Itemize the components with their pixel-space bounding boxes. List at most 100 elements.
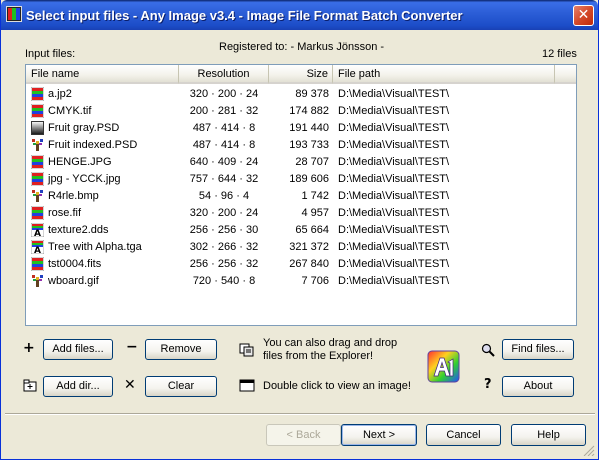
file-name-cell: jpg - YCCK.jpg [48, 173, 121, 185]
add-dir-button[interactable]: Add dir... [43, 376, 113, 397]
size-cell: 4 957 [301, 207, 329, 219]
palette-icon [31, 189, 44, 203]
table-row[interactable]: Fruit gray.PSD 487 · 414 · 8 191 440 D:\Med… [26, 120, 576, 137]
close-icon[interactable]: ✕ [573, 5, 594, 26]
colorbars-icon [31, 104, 44, 118]
question-icon: ? [484, 377, 492, 392]
colorbars-icon [31, 172, 44, 186]
resolution-cell: 757 · 644 · 32 [189, 173, 259, 185]
resolution-cell: 256 · 256 · 30 [189, 224, 259, 236]
resolution-cell: 302 · 266 · 32 [189, 241, 259, 253]
file-path-cell: D:\Media\Visual\TEST\ [338, 88, 450, 100]
clear-icon: ✕ [124, 377, 136, 393]
app-icon [6, 6, 22, 22]
file-path-cell: D:\Media\Visual\TEST\ [338, 105, 450, 117]
table-row[interactable]: tst0004.fits 256 · 256 · 32 267 840 D:\Medi… [26, 256, 576, 273]
file-path-cell: D:\Media\Visual\TEST\ [338, 224, 450, 236]
file-path-cell: D:\Media\Visual\TEST\ [338, 207, 450, 219]
table-row[interactable]: jpg - YCCK.jpg 757 · 644 · 32 189 606 D:\Me… [26, 171, 576, 188]
file-name-cell: texture2.dds [48, 224, 109, 236]
drag-drop-icon [239, 343, 254, 357]
file-name-cell: CMYK.tif [48, 105, 92, 117]
title-bar[interactable]: Select input files - Any Image v3.4 - Im… [1, 0, 598, 30]
colorbars-icon [31, 155, 44, 169]
minus-icon: − [126, 339, 138, 355]
table-row[interactable]: HENGE.JPG 640 · 409 · 24 28 707 D:\Media\Vi… [26, 154, 576, 171]
file-path-cell: D:\Media\Visual\TEST\ [338, 139, 450, 151]
find-files-button[interactable]: Find files... [502, 339, 574, 360]
file-name-cell: R4rle.bmp [48, 190, 99, 202]
size-cell: 321 372 [289, 241, 329, 253]
cancel-button[interactable]: Cancel [426, 424, 501, 446]
alpha-icon: A [31, 240, 44, 254]
table-row[interactable]: rose.fif 320 · 200 · 24 4 957 D:\Media\Visu… [26, 205, 576, 222]
file-path-cell: D:\Media\Visual\TEST\ [338, 156, 450, 168]
palette-icon [31, 138, 44, 152]
table-row[interactable]: wboard.gif 720 · 540 · 8 7 706 D:\Media\Vis… [26, 273, 576, 290]
column-filler [555, 65, 576, 84]
column-file-path[interactable]: File path [333, 65, 555, 84]
resolution-cell: 54 · 96 · 4 [198, 190, 250, 202]
size-cell: 7 706 [301, 275, 329, 287]
size-cell: 189 606 [289, 173, 329, 185]
grayscale-icon [31, 121, 44, 135]
next-button[interactable]: Next > [341, 424, 417, 446]
search-icon [481, 343, 495, 357]
palette-icon [31, 274, 44, 288]
table-row[interactable]: A Tree with Alpha.tga 302 · 266 · 32 321 37… [26, 239, 576, 256]
double-click-hint: Double click to view an image! [263, 380, 411, 392]
dialog-window: Select input files - Any Image v3.4 - Im… [0, 0, 599, 460]
drag-drop-hint-line2: files from the Explorer! [263, 350, 374, 362]
any-image-logo-icon [427, 350, 460, 383]
about-button[interactable]: About [502, 376, 574, 397]
file-path-cell: D:\Media\Visual\TEST\ [338, 173, 450, 185]
size-cell: 193 733 [289, 139, 329, 151]
size-cell: 65 664 [295, 224, 329, 236]
resize-grip-icon[interactable] [581, 444, 595, 456]
file-path-cell: D:\Media\Visual\TEST\ [338, 190, 450, 202]
size-cell: 89 378 [295, 88, 329, 100]
resolution-cell: 200 · 281 · 32 [189, 105, 259, 117]
size-cell: 174 882 [289, 105, 329, 117]
file-list[interactable]: File name Resolution Size File path a.jp… [25, 64, 577, 326]
table-row[interactable]: Fruit indexed.PSD 487 · 414 · 8 193 733 D:\… [26, 137, 576, 154]
view-image-icon [239, 379, 255, 392]
add-files-button[interactable]: Add files... [43, 339, 113, 360]
plus-icon: + [23, 340, 35, 356]
file-name-cell: rose.fif [48, 207, 82, 219]
file-path-cell: D:\Media\Visual\TEST\ [338, 258, 450, 270]
resolution-cell: 320 · 200 · 24 [189, 88, 259, 100]
size-cell: 28 707 [295, 156, 329, 168]
help-button[interactable]: Help [511, 424, 586, 446]
file-name-cell: HENGE.JPG [48, 156, 112, 168]
size-cell: 1 742 [301, 190, 329, 202]
svg-text:A: A [34, 229, 41, 237]
list-header: File name Resolution Size File path [26, 65, 576, 84]
table-row[interactable]: Atexture2.dds 256 · 256 · 30 65 664 D:\Medi… [26, 222, 576, 239]
column-resolution[interactable]: Resolution [179, 65, 269, 84]
file-path-cell: D:\Media\Visual\TEST\ [338, 122, 450, 134]
file-path-cell: D:\Media\Visual\TEST\ [338, 241, 450, 253]
remove-button[interactable]: Remove [145, 339, 217, 360]
resolution-cell: 640 · 409 · 24 [189, 156, 259, 168]
size-cell: 191 440 [289, 122, 329, 134]
resolution-cell: 487 · 414 · 8 [192, 122, 256, 134]
file-name-cell: tst0004.fits [48, 258, 102, 270]
table-row[interactable]: CMYK.tif 200 · 281 · 32 174 882 D:\Media\Vi… [26, 103, 576, 120]
table-row[interactable]: a.jp2 320 · 200 · 24 89 378 D:\Media\Visual… [26, 86, 576, 103]
alpha-icon: A [31, 223, 44, 237]
file-name-cell: Tree with Alpha.tga [48, 241, 142, 253]
clear-button[interactable]: Clear [145, 376, 217, 397]
file-count-label: 12 files [542, 48, 577, 60]
file-name-cell: wboard.gif [48, 275, 99, 287]
file-name-cell: Fruit indexed.PSD [48, 139, 138, 151]
resolution-cell: 487 · 414 · 8 [192, 139, 256, 151]
back-button[interactable]: < Back [266, 424, 341, 446]
table-row[interactable]: R4rle.bmp 54 · 96 · 4 1 742 D:\Media\Visual… [26, 188, 576, 205]
svg-text:A: A [34, 246, 41, 254]
column-size[interactable]: Size [269, 65, 333, 84]
resolution-cell: 720 · 540 · 8 [192, 275, 256, 287]
drag-drop-hint-line1: You can also drag and drop [263, 337, 398, 349]
column-file-name[interactable]: File name [26, 65, 179, 84]
colorbars-icon [31, 87, 44, 101]
